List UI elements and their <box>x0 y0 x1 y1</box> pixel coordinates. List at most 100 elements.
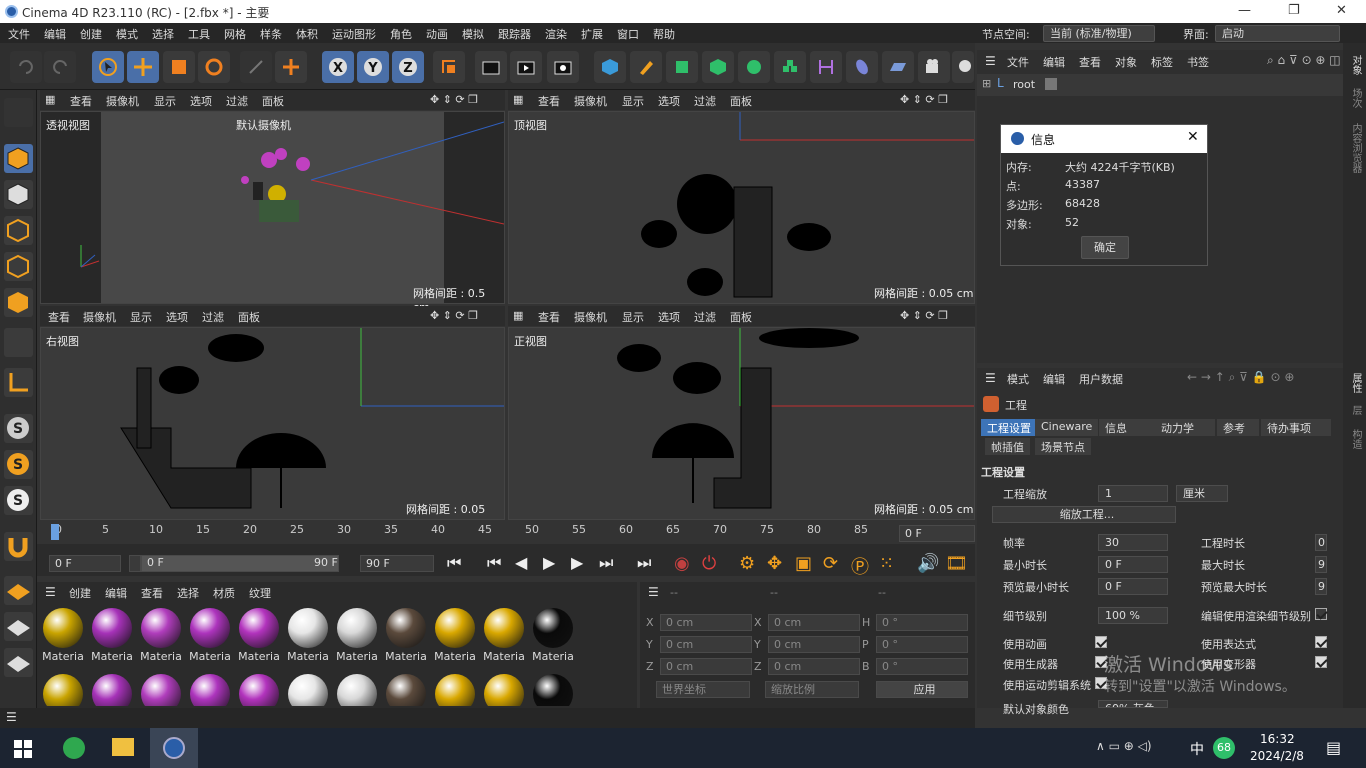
menu-mesh[interactable]: 网格 <box>224 26 246 42</box>
tab-attributes[interactable]: 属性 <box>1348 373 1363 393</box>
vp-filter-menu[interactable]: 过滤 <box>226 93 248 109</box>
extrude-button[interactable] <box>702 51 734 83</box>
ime-indicator[interactable]: 中 <box>1190 739 1204 759</box>
default-color-select[interactable]: 60% 灰色 <box>1098 700 1168 708</box>
right-display-menu[interactable]: 显示 <box>130 309 152 325</box>
render-to-picture-viewer-button[interactable] <box>510 51 542 83</box>
y-axis-lock-button[interactable]: Y <box>357 51 389 83</box>
render-view-button[interactable] <box>475 51 507 83</box>
material-swatch[interactable] <box>285 672 331 706</box>
use-deformers-checkbox[interactable] <box>1315 656 1327 668</box>
top-menu-icon[interactable]: ▦ <box>513 93 523 106</box>
key-rotation-button[interactable]: ⟳ <box>823 553 838 574</box>
deformer-button[interactable] <box>810 51 842 83</box>
go-to-end-button[interactable]: ⏭ <box>637 553 651 573</box>
coord-value-field[interactable]: 0 cm <box>660 636 752 653</box>
render-settings-button[interactable] <box>547 51 579 83</box>
points-mode-button[interactable] <box>4 216 33 245</box>
material-swatch[interactable]: Materia <box>89 606 135 663</box>
next-frame-button[interactable]: ▶ <box>571 553 583 572</box>
front-panel-menu[interactable]: 面板 <box>730 309 752 325</box>
model-mode-button[interactable] <box>4 144 33 173</box>
maximize-button[interactable]: ❐ <box>1288 3 1300 18</box>
top-viewport[interactable]: 顶视图 网格间距 : 0.05 cm <box>508 111 975 304</box>
axis-mode-button[interactable] <box>4 368 33 397</box>
material-swatch[interactable]: Materia <box>383 606 429 663</box>
film-button[interactable]: 🎞 <box>945 553 968 574</box>
coord-value-field[interactable]: 0 cm <box>768 658 860 675</box>
coord-value-field[interactable]: 0 ° <box>876 658 968 675</box>
material-swatch[interactable] <box>236 672 282 706</box>
sound-button[interactable]: 🔊 <box>917 553 939 574</box>
material-swatch[interactable]: Materia <box>187 606 233 663</box>
use-animation-checkbox[interactable] <box>1095 636 1107 648</box>
tab-layers[interactable]: 层 <box>1348 405 1363 415</box>
scale-mode-select[interactable]: 缩放比例 <box>765 681 859 698</box>
coord-value-field[interactable]: 0 ° <box>876 636 968 653</box>
top-panel-menu[interactable]: 面板 <box>730 93 752 109</box>
quantize-button[interactable]: S <box>4 486 33 515</box>
om-file-menu[interactable]: 文件 <box>1007 54 1029 70</box>
right-camera-menu[interactable]: 摄像机 <box>83 309 116 325</box>
mograph-button[interactable] <box>774 51 806 83</box>
magnet-button[interactable] <box>4 532 33 561</box>
vp-display-menu[interactable]: 显示 <box>154 93 176 109</box>
mat-edit-menu[interactable]: 编辑 <box>105 585 127 601</box>
redo-button[interactable] <box>44 51 76 83</box>
perspective-viewport[interactable]: 透视视图 默认摄像机 网格间距 : 0.5 cm <box>40 111 505 314</box>
minimize-button[interactable]: — <box>1238 3 1251 18</box>
tab-content-browser[interactable]: 内容浏览器 <box>1348 123 1363 173</box>
workplane-align-button[interactable] <box>4 648 33 677</box>
material-menu-icon[interactable]: ☰ <box>45 585 56 599</box>
tab-todo[interactable]: 待办事项 <box>1261 419 1331 436</box>
om-view-menu[interactable]: 查看 <box>1079 54 1101 70</box>
snap-button[interactable]: S <box>4 414 33 443</box>
key-param-button[interactable]: Ⓟ <box>851 553 869 579</box>
mat-select-menu[interactable]: 选择 <box>177 585 199 601</box>
ok-button[interactable]: 确定 <box>1081 236 1129 259</box>
cube-button[interactable] <box>594 51 626 83</box>
cloner-button[interactable] <box>738 51 770 83</box>
auto-key-button[interactable]: ⏻ <box>702 553 716 574</box>
vp-navigation-icons[interactable]: ✥ ⇕ ⟳ ❐ <box>430 93 478 106</box>
om-bookmarks-menu[interactable]: 书签 <box>1187 54 1209 70</box>
material-swatch[interactable] <box>334 672 380 706</box>
menu-extensions[interactable]: 扩展 <box>581 26 603 42</box>
key-pla-button[interactable]: ⁙ <box>879 553 894 574</box>
layout-select[interactable]: 启动 <box>1215 25 1340 42</box>
tray-icons[interactable]: ∧ ▭ ⊕ ◁) <box>1096 739 1152 753</box>
max-time-input[interactable]: 9 <box>1315 556 1327 573</box>
tab-takes[interactable]: 场次 <box>1348 88 1363 108</box>
status-menu-icon[interactable]: ☰ <box>6 710 17 724</box>
camera-button[interactable] <box>918 51 950 83</box>
mat-material-menu[interactable]: 材质 <box>213 585 235 601</box>
use-expressions-checkbox[interactable] <box>1315 636 1327 648</box>
tab-cineware[interactable]: Cineware <box>1035 419 1099 436</box>
close-button[interactable]: ✕ <box>1336 3 1347 18</box>
min-time-input[interactable]: 0 F <box>1098 556 1168 573</box>
right-navigation-icons[interactable]: ✥ ⇕ ⟳ ❐ <box>430 309 478 322</box>
floor-button[interactable] <box>882 51 914 83</box>
select-tool-button[interactable] <box>92 51 124 83</box>
top-options-menu[interactable]: 选项 <box>658 93 680 109</box>
front-view-menu[interactable]: 查看 <box>538 309 560 325</box>
expand-icon[interactable]: ⊞ <box>982 77 991 90</box>
mat-view-menu[interactable]: 查看 <box>141 585 163 601</box>
x-axis-lock-button[interactable]: X <box>322 51 354 83</box>
end-time-field[interactable]: 0 F <box>899 525 975 542</box>
file-explorer-icon[interactable] <box>112 738 134 756</box>
coord-value-field[interactable]: 0 cm <box>660 614 752 631</box>
node-space-select[interactable]: 当前 (标准/物理) <box>1043 25 1155 42</box>
lod-input[interactable]: 100 % <box>1098 607 1168 624</box>
top-display-menu[interactable]: 显示 <box>622 93 644 109</box>
material-swatch[interactable]: Materia <box>432 606 478 663</box>
om-tags-menu[interactable]: 标签 <box>1151 54 1173 70</box>
right-filter-menu[interactable]: 过滤 <box>202 309 224 325</box>
attr-nav-icons[interactable]: ← → ↑ ⌕ ⊽ 🔒 ⊙ ⊕ <box>1187 370 1294 385</box>
tab-project-settings[interactable]: 工程设置 <box>981 419 1037 436</box>
move-tool-button[interactable] <box>127 51 159 83</box>
live-selection-button[interactable] <box>275 51 307 83</box>
material-swatch[interactable]: Materia <box>481 606 527 663</box>
menu-mode[interactable]: 模式 <box>116 26 138 42</box>
material-swatch[interactable] <box>530 672 576 706</box>
